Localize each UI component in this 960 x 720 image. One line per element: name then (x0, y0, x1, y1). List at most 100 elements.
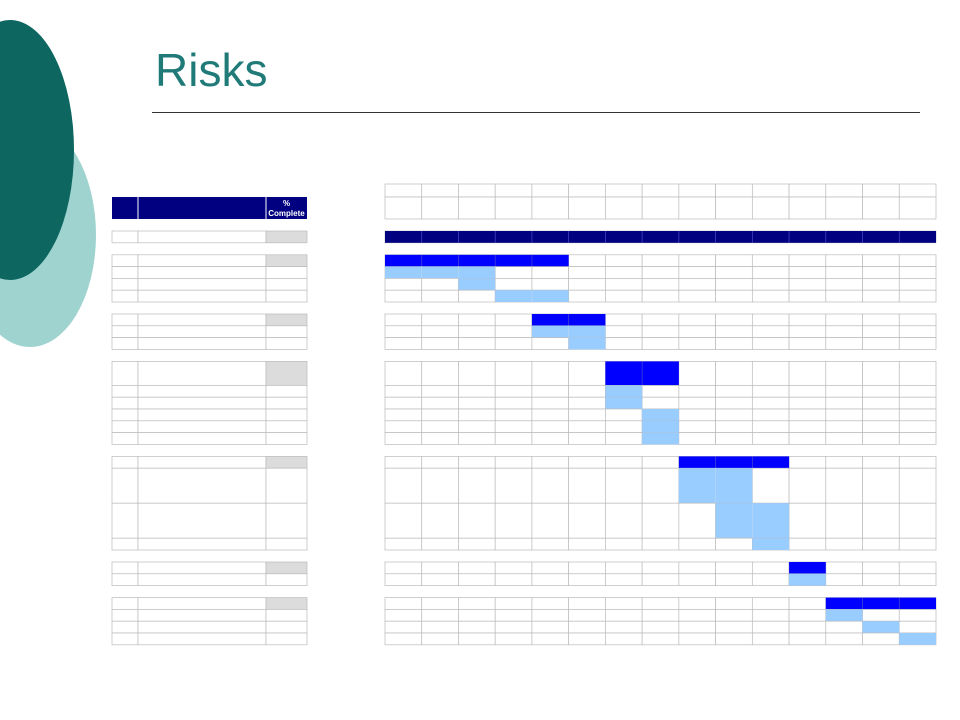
timeline-cell (384, 361, 423, 386)
week-header-cell (641, 183, 680, 198)
timeline-cell (715, 420, 753, 433)
week-header-cell (605, 183, 643, 198)
timeline-cell (458, 537, 496, 551)
timeline-cell (605, 278, 643, 291)
timeline-cell (605, 620, 643, 634)
timeline-cell (531, 337, 570, 350)
timeline-cell (384, 632, 423, 646)
week-header-cell (421, 183, 459, 198)
timeline-cell (384, 573, 423, 586)
id-cell (111, 420, 139, 433)
week-header-cell (715, 183, 753, 198)
name-cell (137, 632, 267, 646)
timeline-cell (862, 502, 900, 539)
timeline-cell (898, 289, 937, 303)
timeline-cell (384, 396, 423, 410)
timeline-cell (825, 313, 863, 327)
timeline-cell (421, 337, 459, 350)
timeline-cell (568, 573, 606, 586)
timeline-cell (715, 396, 753, 410)
timeline-cell (605, 573, 643, 586)
timeline-cell (531, 385, 570, 398)
timeline-cell (641, 266, 680, 279)
percent-cell (265, 408, 308, 422)
week-header-cell (898, 183, 937, 198)
timeline-cell (494, 502, 533, 539)
timeline-cell (678, 385, 716, 398)
timeline-cell (494, 420, 533, 433)
timeline-cell (641, 396, 680, 410)
timeline-cell (384, 337, 423, 350)
timeline-cell (458, 620, 496, 634)
percent-cell (265, 361, 308, 386)
header-complete: Complete (268, 209, 305, 218)
timeline-cell (384, 620, 423, 634)
date-header-cell (825, 196, 863, 220)
timeline-cell (421, 573, 459, 586)
timeline-cell (715, 289, 753, 303)
timeline-cell (751, 620, 790, 634)
name-cell (137, 456, 267, 469)
timeline-cell (862, 325, 900, 338)
date-header-cell (678, 196, 716, 220)
timeline-cell (678, 597, 716, 610)
id-cell (111, 609, 139, 622)
timeline-cell (531, 620, 570, 634)
timeline-cell (862, 420, 900, 433)
timeline-cell (825, 408, 863, 422)
date-header-cell (568, 196, 606, 220)
timeline-cell (421, 313, 459, 327)
timeline-cell (862, 289, 900, 303)
id-cell (111, 467, 139, 504)
name-cell (137, 502, 267, 539)
timeline-cell (715, 278, 753, 291)
timeline-cell (458, 456, 496, 469)
timeline-cell (862, 396, 900, 410)
timeline-cell (421, 278, 459, 291)
name-cell (137, 230, 267, 244)
timeline-cell (715, 597, 753, 610)
timeline-cell (788, 313, 827, 327)
timeline-cell (531, 266, 570, 279)
name-cell (137, 573, 267, 586)
date-header-cell (494, 196, 533, 220)
timeline-cell (458, 385, 496, 398)
timeline-cell (825, 632, 863, 646)
timeline-cell (641, 467, 680, 504)
timeline-cell (898, 337, 937, 350)
date-header-cell (641, 196, 680, 220)
timeline-cell (458, 561, 496, 575)
week-header-cell (862, 183, 900, 198)
timeline-cell (384, 502, 423, 539)
timeline-cell (531, 408, 570, 422)
gantt-bar-task (605, 397, 643, 409)
timeline-cell (494, 408, 533, 422)
timeline-cell (458, 432, 496, 445)
timeline-cell (825, 396, 863, 410)
timeline-cell (751, 278, 790, 291)
gantt-bar-task (385, 266, 496, 279)
name-cell (137, 396, 267, 410)
timeline-cell (421, 597, 459, 610)
timeline-cell (494, 467, 533, 504)
id-cell (111, 573, 139, 586)
id-cell (111, 597, 139, 610)
week-header-cell (384, 183, 423, 198)
timeline-cell (751, 597, 790, 610)
timeline-cell (788, 456, 827, 469)
gantt-bar-task (642, 420, 679, 433)
timeline-cell (568, 408, 606, 422)
timeline-cell (531, 361, 570, 386)
timeline-cell (898, 396, 937, 410)
timeline-cell (421, 361, 459, 386)
percent-cell (265, 325, 308, 338)
timeline-cell (458, 361, 496, 386)
timeline-cell (788, 337, 827, 350)
timeline-cell (678, 632, 716, 646)
timeline-cell (751, 266, 790, 279)
timeline-cell (678, 609, 716, 622)
timeline-cell (605, 289, 643, 303)
id-cell (111, 313, 139, 327)
timeline-cell (494, 573, 533, 586)
timeline-cell (715, 432, 753, 445)
